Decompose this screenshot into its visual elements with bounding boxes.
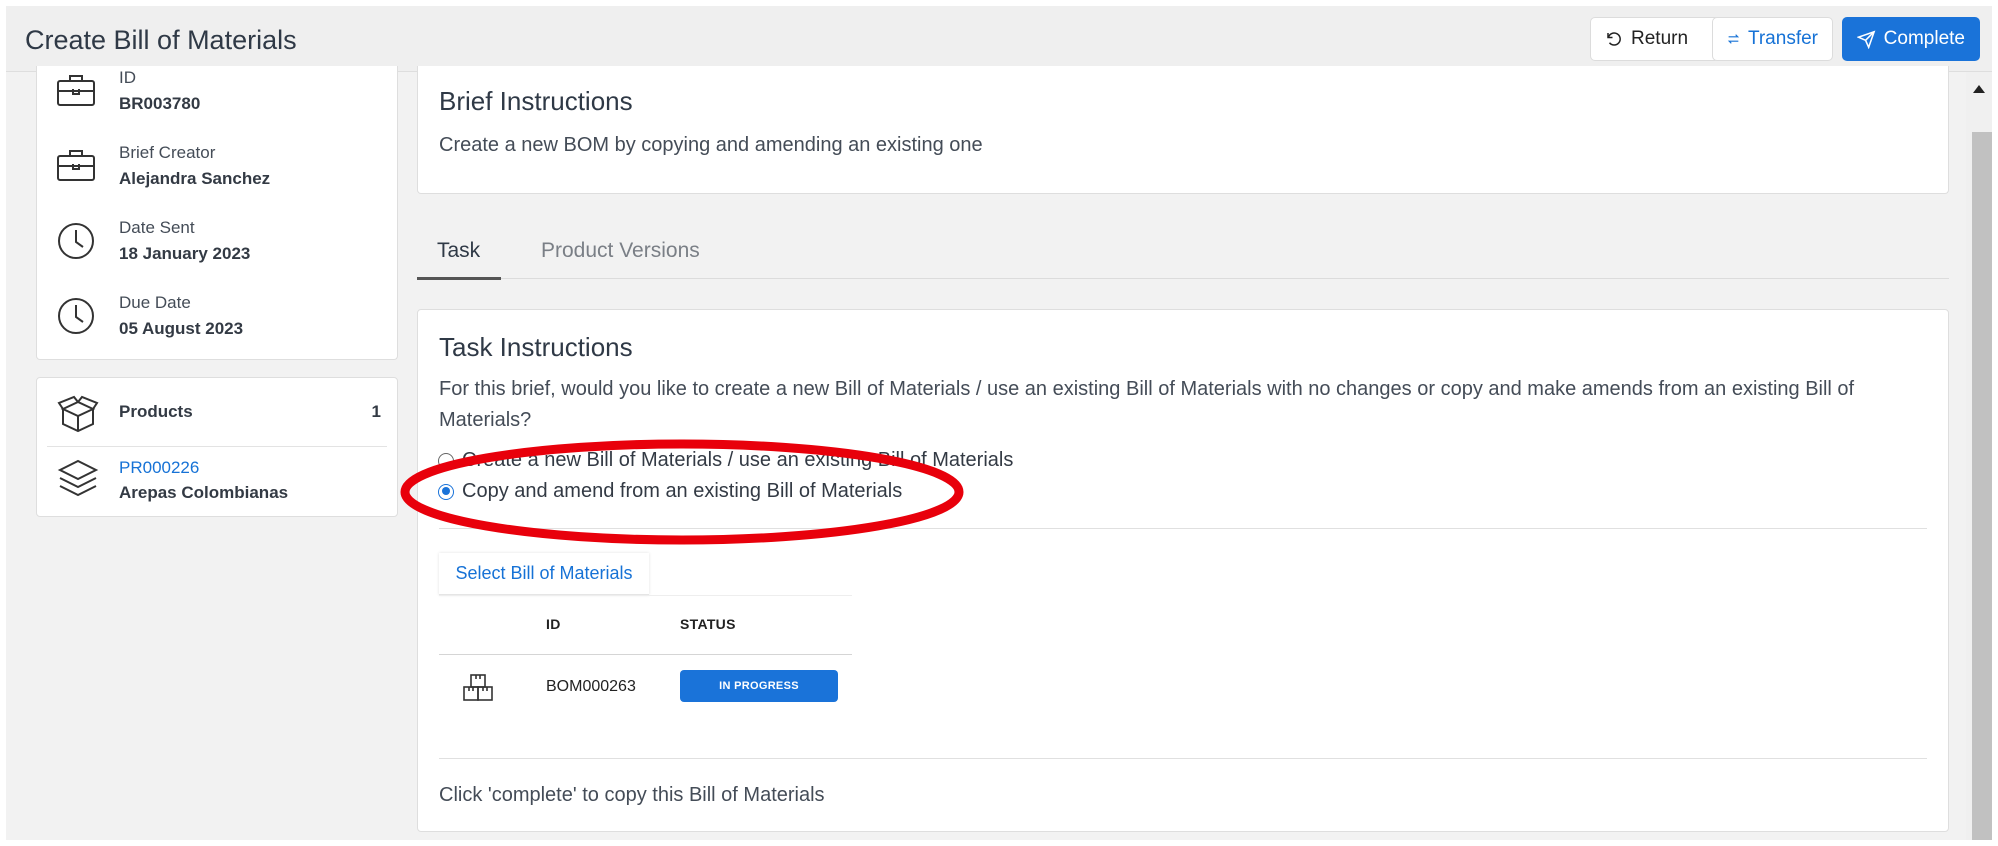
bom-table-header: ID STATUS [439,595,852,655]
column-header-id: ID [546,616,561,632]
due-date-value: 05 August 2023 [119,319,244,338]
product-name: Arepas Colombianas [119,483,289,502]
scrollbar-thumb[interactable] [1972,132,1992,840]
task-footer-text: Click 'complete' to copy this Bill of Ma… [439,784,825,806]
due-date-label: Due Date [119,293,191,312]
boxes-icon [463,674,493,701]
header-bar: Create Bill of Materials Return Transfer… [6,6,1992,72]
task-instructions-description: For this brief, would you like to create… [439,378,1855,431]
option-create-new-label: Create a new Bill of Materials / use an … [462,449,1014,471]
products-divider [47,446,387,447]
products-count: 1 [371,402,381,421]
bom-table: ID STATUS BOM000263 IN PROGRESS [439,595,852,719]
task-divider [439,528,1927,529]
products-label: Products [119,402,193,421]
status-badge: IN PROGRESS [680,670,838,702]
brief-info-card: ID BR003780 Brief Creator Alejandra Sanc… [36,66,398,360]
id-value: BR003780 [119,94,201,113]
bom-id: BOM000263 [546,678,636,695]
select-bom-tab[interactable]: Select Bill of Materials [439,553,649,595]
layers-icon [57,459,99,497]
product-link[interactable]: PR000226 [119,458,199,478]
send-icon [1857,29,1876,49]
active-tab-indicator [417,277,501,280]
brief-instructions-title: Brief Instructions [439,86,633,116]
undo-icon [1607,32,1621,46]
creator-label: Brief Creator [119,143,216,162]
task-instructions-title: Task Instructions [439,332,633,362]
products-card: Products 1 PR000226 Arepas Colombianas [36,377,398,517]
briefcase-icon [57,150,95,181]
brief-instructions-text: Create a new BOM by copying and amending… [439,134,983,156]
transfer-arrows-icon [1727,34,1740,44]
complete-button[interactable]: Complete [1842,17,1980,61]
radio-copy-amend[interactable] [438,483,454,500]
date-sent-value: 18 January 2023 [119,244,251,263]
clock-icon [58,223,94,259]
return-button[interactable]: Return [1590,17,1720,61]
clock-icon [58,298,94,334]
option-create-new[interactable]: Create a new Bill of Materials / use an … [438,449,1013,472]
transfer-button[interactable]: Transfer [1712,17,1833,61]
table-row[interactable]: BOM000263 IN PROGRESS [439,655,852,719]
option-copy-amend-label: Copy and amend from an existing Bill of … [462,480,903,502]
info-creator: Brief Creator Alejandra Sanchez [55,143,385,203]
page-title: Create Bill of Materials [25,25,297,55]
id-label: ID [119,68,136,87]
return-button-label: Return [1631,28,1689,49]
info-date-sent: Date Sent 18 January 2023 [55,218,385,278]
caret-up-icon [1973,85,1985,93]
option-copy-amend[interactable]: Copy and amend from an existing Bill of … [438,480,902,503]
app-window: Create Bill of Materials Return Transfer… [6,6,1992,840]
complete-button-label: Complete [1883,28,1965,49]
tab-bar: Task Product Versions [417,231,1949,280]
briefcase-icon [57,75,95,106]
task-instructions-card: Task Instructions For this brief, would … [417,309,1949,832]
brief-instructions-card: Brief Instructions Create a new BOM by c… [417,66,1949,194]
radio-create-new[interactable] [438,452,454,469]
tab-task[interactable]: Task [437,239,480,263]
date-sent-label: Date Sent [119,218,195,237]
column-header-status: STATUS [680,616,736,632]
scroll-up-arrow[interactable] [1966,78,1992,100]
creator-value: Alejandra Sanchez [119,169,271,188]
task-footer-divider [439,758,1927,759]
transfer-button-label: Transfer [1747,28,1818,49]
open-box-icon [57,395,99,433]
info-due-date: Due Date 05 August 2023 [55,293,385,353]
tab-product-versions[interactable]: Product Versions [541,239,700,263]
info-id: ID BR003780 [55,68,385,128]
